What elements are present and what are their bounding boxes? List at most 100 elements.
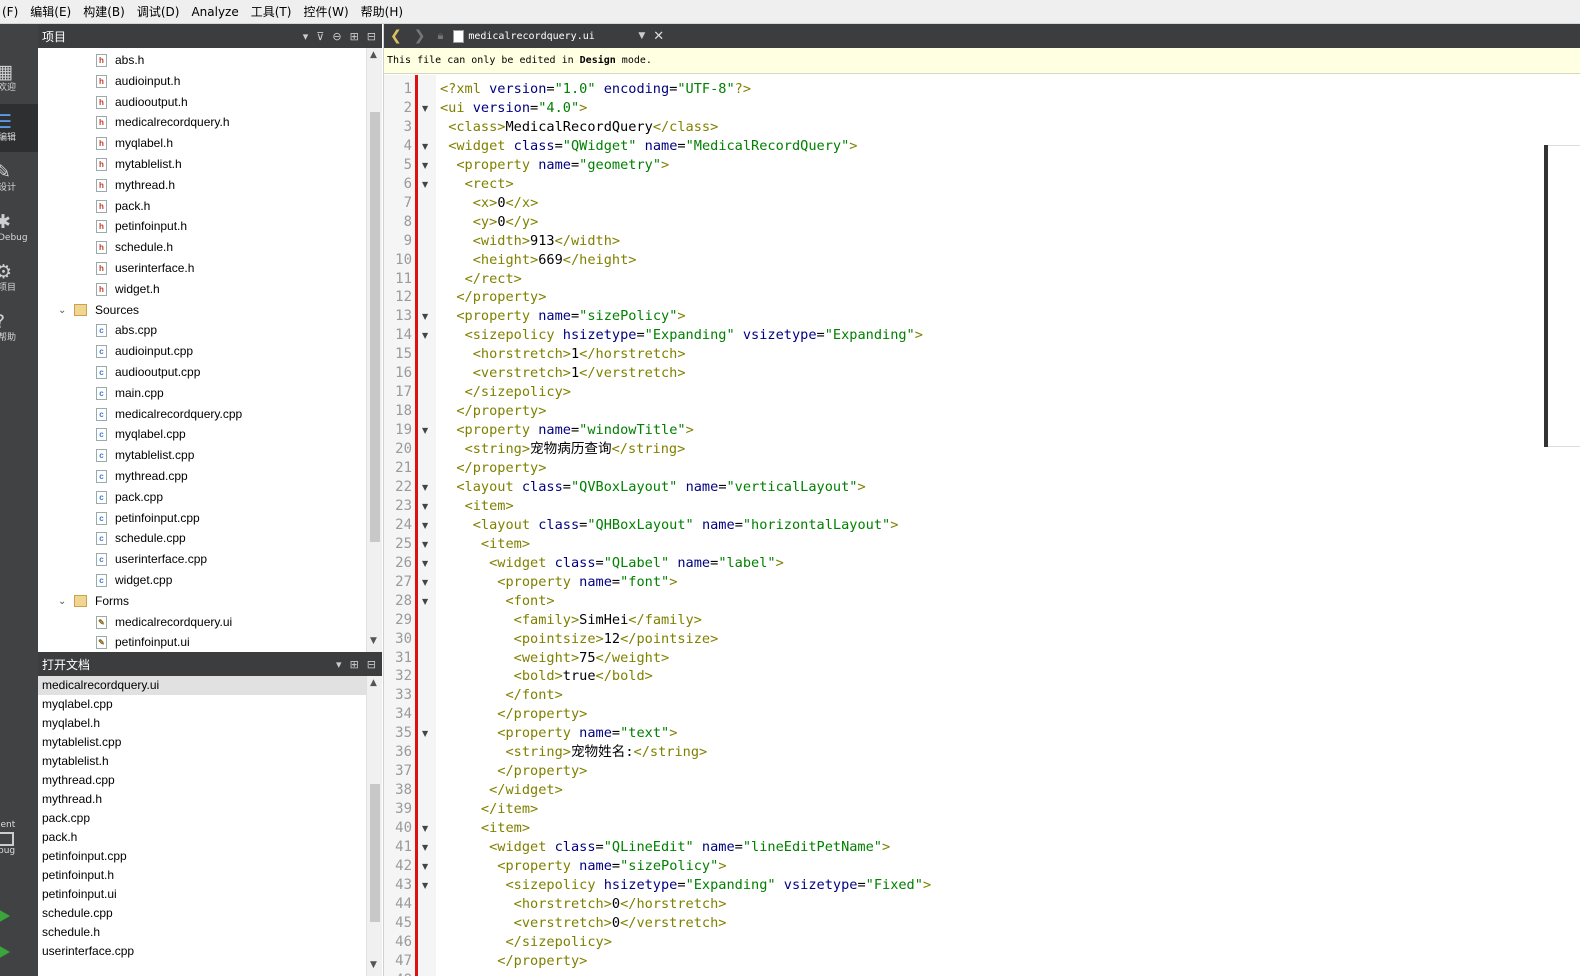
tree-item[interactable]: c abs.cpp <box>96 320 157 341</box>
tree-folder[interactable]: ⌄ Sources <box>58 300 139 321</box>
fold-marker-icon[interactable]: ▼ <box>422 819 428 838</box>
open-document-item[interactable]: myqlabel.h <box>38 714 366 733</box>
tree-item[interactable]: c petinfoinput.cpp <box>96 508 200 529</box>
menu-item[interactable]: Analyze <box>185 0 244 24</box>
fold-marker-icon[interactable]: ▼ <box>422 592 428 611</box>
tree-item[interactable]: h pack.h <box>96 196 150 217</box>
open-document-item[interactable]: mythread.h <box>38 790 366 809</box>
dropdown-arrow-icon[interactable]: ▾ <box>336 658 342 671</box>
menu-item[interactable]: 控件(W) <box>297 0 354 24</box>
open-document-item[interactable]: petinfoinput.ui <box>38 885 366 904</box>
fold-marker-icon[interactable]: ▼ <box>422 876 428 895</box>
tree-item[interactable]: h audiooutput.h <box>96 92 188 113</box>
close-panel-icon[interactable]: ⊟ <box>367 658 376 671</box>
file-dropdown-icon[interactable]: ▼ <box>638 31 645 41</box>
fold-marker-icon[interactable]: ▼ <box>422 535 428 554</box>
code-editor[interactable]: <?xml version="1.0" encoding="UTF-8"?> <u… <box>440 75 1560 976</box>
tree-item[interactable]: c medicalrecordquery.cpp <box>96 404 242 425</box>
mode-help[interactable]: ?帮助 <box>0 304 38 352</box>
tree-item[interactable]: h audioinput.h <box>96 71 180 92</box>
tree-item[interactable]: c mythread.cpp <box>96 466 188 487</box>
forward-icon[interactable]: ❯ <box>414 28 426 44</box>
fold-marker-icon[interactable]: ▼ <box>422 175 428 194</box>
mode-edit-mode[interactable]: ☰ 编辑 <box>0 104 38 152</box>
filter-icon[interactable]: ⊽ <box>316 30 324 43</box>
open-document-item[interactable]: schedule.cpp <box>38 904 366 923</box>
tree-folder[interactable]: ⌄ Forms <box>58 591 129 612</box>
open-document-item[interactable]: petinfoinput.cpp <box>38 847 366 866</box>
menu-item[interactable]: 构建(B) <box>77 0 131 24</box>
scroll-down-icon[interactable]: ▼ <box>370 960 377 970</box>
menu-item[interactable]: (F) <box>2 0 24 24</box>
chevron-down-icon[interactable]: ⌄ <box>58 591 72 612</box>
fold-marker-icon[interactable]: ▼ <box>422 307 428 326</box>
open-document-item[interactable]: petinfoinput.h <box>38 866 366 885</box>
tree-item[interactable]: ✎ petinfoinput.ui <box>96 632 190 652</box>
open-document-item[interactable]: pack.cpp <box>38 809 366 828</box>
close-panel-icon[interactable]: ⊟ <box>367 30 376 43</box>
tree-item[interactable]: h myqlabel.h <box>96 133 173 154</box>
fold-marker-icon[interactable]: ▼ <box>422 554 428 573</box>
open-document-item[interactable]: schedule.h <box>38 923 366 942</box>
mode-wrench[interactable]: ⚙ 项目 <box>0 254 38 302</box>
tree-item[interactable]: c schedule.cpp <box>96 528 186 549</box>
debug-run-icon[interactable] <box>0 944 10 960</box>
open-docs-scrollbar[interactable]: ▲ ▼ <box>366 676 382 976</box>
open-document-item[interactable]: medicalrecordquery.ui <box>38 676 366 695</box>
fold-marker-icon[interactable]: ▼ <box>422 137 428 156</box>
tree-item[interactable]: c pack.cpp <box>96 487 163 508</box>
tree-item[interactable]: h schedule.h <box>96 237 173 258</box>
fold-marker-icon[interactable]: ▼ <box>422 857 428 876</box>
tree-item[interactable]: h petinfoinput.h <box>96 216 187 237</box>
split-icon[interactable]: ⊞ <box>350 30 359 43</box>
fold-marker-icon[interactable]: ▼ <box>422 421 428 440</box>
fold-marker-icon[interactable]: ▼ <box>422 497 428 516</box>
tree-item[interactable]: c main.cpp <box>96 383 164 404</box>
lock-icon[interactable]: 🔒︎ <box>437 29 443 43</box>
fold-marker-icon[interactable]: ▼ <box>422 156 428 175</box>
chevron-down-icon[interactable]: ⌄ <box>58 300 72 321</box>
tree-item[interactable]: h mythread.h <box>96 175 175 196</box>
tree-item[interactable]: h userinterface.h <box>96 258 194 279</box>
project-tree-scrollbar[interactable]: ▲ ▼ <box>366 48 382 652</box>
tree-item[interactable]: ✎ medicalrecordquery.ui <box>96 612 232 633</box>
dropdown-arrow-icon[interactable]: ▾ <box>303 30 309 43</box>
kit-selector[interactable]: ient bug <box>0 820 38 884</box>
menu-item[interactable]: 调试(D) <box>131 0 186 24</box>
tree-item[interactable]: c audioinput.cpp <box>96 341 193 362</box>
open-document-item[interactable]: userinterface.cpp <box>38 942 366 961</box>
open-document-item[interactable]: mytablelist.h <box>38 752 366 771</box>
tree-item[interactable]: c audiooutput.cpp <box>96 362 200 383</box>
tree-item[interactable]: h medicalrecordquery.h <box>96 112 230 133</box>
fold-marker-icon[interactable]: ▼ <box>422 838 428 857</box>
menu-item[interactable]: 帮助(H) <box>355 0 409 24</box>
scroll-down-icon[interactable]: ▼ <box>370 636 377 646</box>
tree-item[interactable]: h abs.h <box>96 50 144 71</box>
tree-item[interactable]: h widget.h <box>96 279 160 300</box>
open-document-item[interactable]: myqlabel.cpp <box>38 695 366 714</box>
back-icon[interactable]: ❮ <box>390 28 402 44</box>
tree-item[interactable]: c widget.cpp <box>96 570 172 591</box>
close-icon[interactable]: ✕ <box>653 29 664 44</box>
split-icon[interactable]: ⊞ <box>350 658 359 671</box>
scroll-up-icon[interactable]: ▲ <box>370 678 377 688</box>
open-document-item[interactable]: mytablelist.cpp <box>38 733 366 752</box>
tree-item[interactable]: c myqlabel.cpp <box>96 424 186 445</box>
tree-item[interactable]: c userinterface.cpp <box>96 549 207 570</box>
run-icon[interactable] <box>0 908 10 924</box>
fold-marker-icon[interactable]: ▼ <box>422 724 428 743</box>
mode-debug[interactable]: ✱ Debug <box>0 204 38 252</box>
tree-item[interactable]: h mytablelist.h <box>96 154 182 175</box>
scroll-up-icon[interactable]: ▲ <box>370 50 377 60</box>
tree-item[interactable]: c mytablelist.cpp <box>96 445 194 466</box>
scroll-thumb[interactable] <box>370 784 380 922</box>
open-document-item[interactable]: mythread.cpp <box>38 771 366 790</box>
mode-grid[interactable]: ▦ 欢迎 <box>0 54 38 102</box>
open-document-item[interactable]: pack.h <box>38 828 366 847</box>
scroll-thumb[interactable] <box>370 112 380 542</box>
fold-marker-icon[interactable]: ▼ <box>422 516 428 535</box>
menu-item[interactable]: 工具(T) <box>245 0 298 24</box>
link-icon[interactable]: ⊖ <box>332 30 341 43</box>
menu-item[interactable]: 编辑(E) <box>24 0 77 24</box>
fold-marker-icon[interactable]: ▼ <box>422 99 428 118</box>
